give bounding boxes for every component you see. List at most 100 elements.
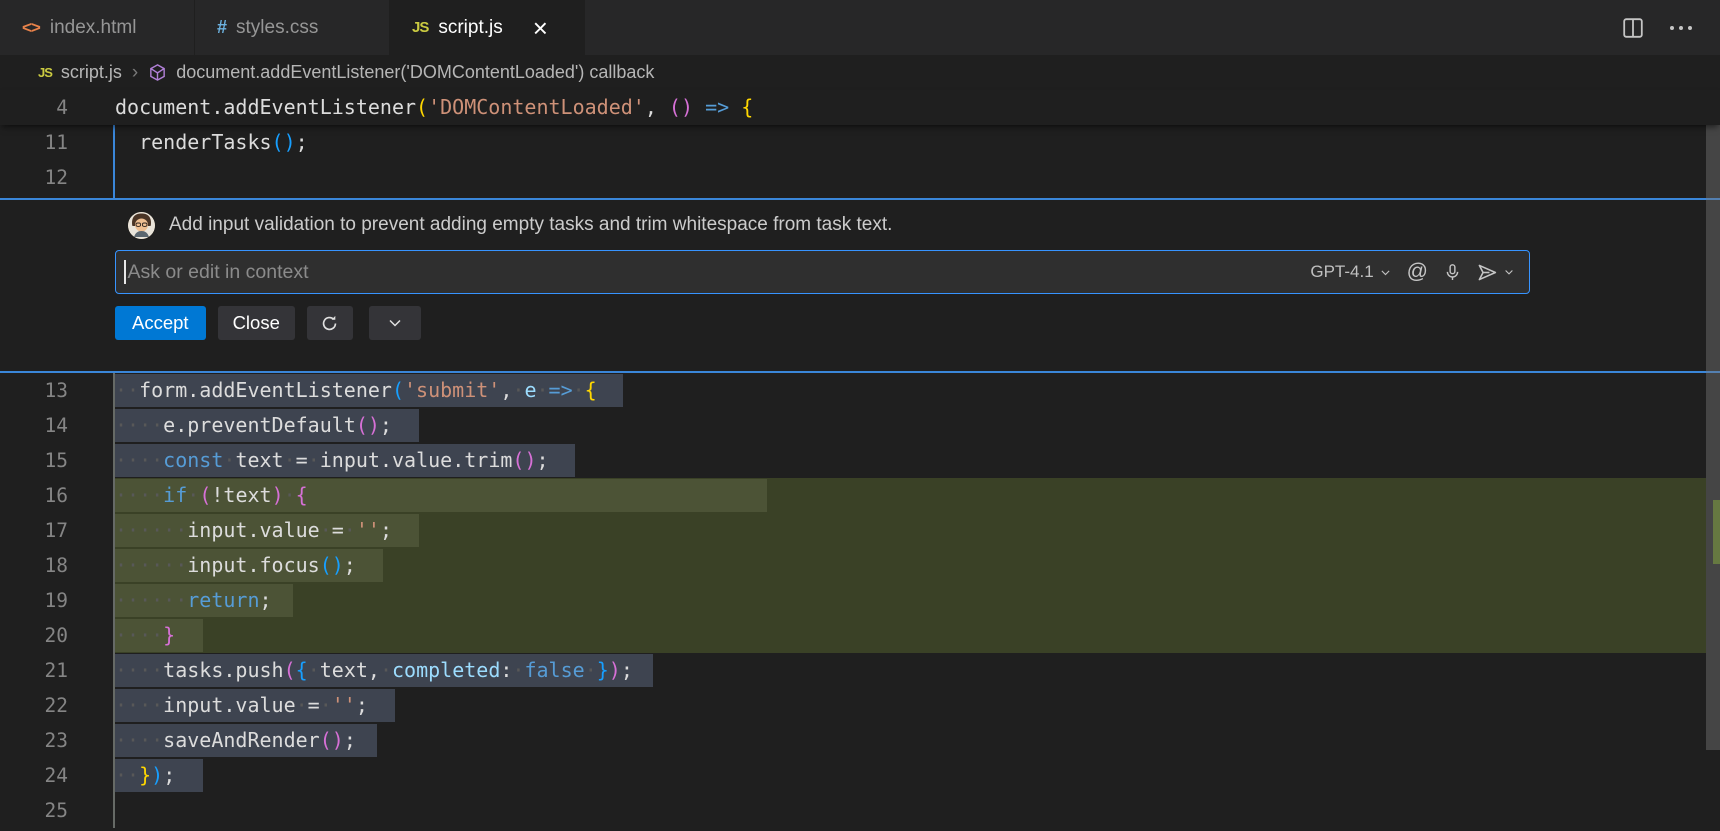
code-line-16[interactable]: 16····if·(!text)·{ [0,478,1720,513]
code-line-content[interactable]: ····tasks.push({·text,·completed:·false·… [113,653,1720,688]
more-actions-icon[interactable] [1670,26,1692,30]
code-line-15[interactable]: 15····const·text·=·input.value.trim(); [0,443,1720,478]
line-number: 21 [0,653,68,688]
code-line-14[interactable]: 14····e.preventDefault(); [0,408,1720,443]
tab-label: styles.css [236,17,318,39]
code-line-content[interactable]: ····saveAndRender(); [113,723,1720,758]
code-token: ; [537,448,549,472]
code-token: · [512,658,524,682]
code-token: , [500,378,512,402]
code-token: ) [151,763,163,787]
code-line-content[interactable]: ····if·(!text)·{ [113,478,1720,513]
code-line-content[interactable]: ··form.addEventListener('submit',·e·=>·{ [113,373,1720,408]
code-line-11[interactable]: 11 renderTasks(); [0,125,1720,160]
line-number: 24 [0,758,68,793]
css-file-icon: # [217,17,226,38]
breadcrumb-file[interactable]: script.js [61,62,122,83]
code-line-content[interactable]: ····e.preventDefault(); [113,408,1720,443]
code-token: } [139,763,151,787]
vertical-scrollbar[interactable] [1706,110,1720,750]
more-options-button[interactable] [369,306,421,340]
breadcrumb-symbol[interactable]: document.addEventListener('DOMContentLoa… [176,62,654,83]
code-token: = [332,518,344,542]
code-token: input.value [187,518,319,542]
code-token: input.value.trim [320,448,513,472]
tab-index.html[interactable]: <>index.html [0,0,195,55]
model-picker[interactable]: GPT-4.1 [1310,262,1391,282]
code-line-19[interactable]: 19······return; [0,583,1720,618]
editor-actions [1622,0,1692,55]
sticky-scroll-line[interactable]: 4document.addEventListener('DOMContentLo… [0,90,1720,125]
code-token: saveAndRender [163,728,320,752]
code-line-24[interactable]: 24 ··}); [0,758,1720,793]
code-token: ; [296,130,308,154]
code-line-content[interactable]: ······return; [113,583,1720,618]
code-token: input.value [163,693,295,717]
code-line-17[interactable]: 17······input.value·=·''; [0,513,1720,548]
code-line-22[interactable]: 22····input.value·=·''; [0,688,1720,723]
code-token: ; [380,518,392,542]
code-token: ·· [115,763,139,787]
tab-script.js[interactable]: JS script.js × [390,0,585,55]
code-line-content[interactable]: ··}); [113,758,1720,793]
code-token: ; [356,693,368,717]
code-line-content[interactable]: ····const·text·=·input.value.trim(); [113,443,1720,478]
js-file-icon: JS [38,65,52,80]
send-icon[interactable] [1477,262,1498,283]
code-token: · [284,448,296,472]
code-token: = [308,693,320,717]
code-line-content[interactable]: renderTasks(); [113,125,1720,160]
breadcrumb: JS script.js › document.addEventListener… [0,55,1720,90]
code-line-content[interactable]: ····} [113,618,1720,653]
rerun-request-button[interactable] [307,306,353,340]
code-line-content[interactable]: ······input.value·=·''; [113,513,1720,548]
model-label: GPT-4.1 [1310,262,1373,282]
code-token [693,95,705,119]
code-token: text, [320,658,380,682]
code-line-18[interactable]: 18······input.focus(); [0,548,1720,583]
code-line-25[interactable]: 25 [0,793,1720,828]
code-token: 'DOMContentLoaded' [428,95,645,119]
code-token: · [320,518,332,542]
split-editor-icon[interactable] [1622,17,1644,39]
tab-bar: <>index.html # styles.css JS script.js × [0,0,1720,55]
code-token: ······ [115,588,187,612]
editor-lower: 13 ··form.addEventListener('submit',·e·=>… [0,373,1720,828]
close-tab-icon[interactable]: × [531,15,550,41]
accept-button[interactable]: Accept [115,306,206,340]
code-line-content[interactable] [113,793,1720,828]
microphone-icon[interactable] [1443,263,1462,282]
code-line-12[interactable]: 12 [0,160,1720,195]
code-token: ; [380,413,392,437]
code-line-content[interactable] [113,160,1720,195]
line-number: 13 [0,373,68,408]
tab-label: script.js [438,17,502,39]
code-token: ( [284,658,296,682]
code-line-4[interactable]: 4document.addEventListener('DOMContentLo… [0,90,1720,125]
tab-styles.css[interactable]: # styles.css [195,0,390,55]
code-line-content[interactable]: ······input.focus(); [113,548,1720,583]
send-options-chevron-icon[interactable] [1503,266,1515,278]
code-line-20[interactable]: 20····} [0,618,1720,653]
code-token: ; [260,588,272,612]
code-line-content[interactable]: document.addEventListener('DOMContentLoa… [113,90,1720,125]
code-token: () [669,95,693,119]
line-number: 16 [0,478,68,513]
code-line-23[interactable]: 23····saveAndRender(); [0,723,1720,758]
code-token: ···· [115,728,163,752]
code-line-21[interactable]: 21····tasks.push({·text,·completed:·fals… [0,653,1720,688]
js-file-icon: JS [412,19,428,36]
code-token: ) [272,483,284,507]
code-line-13[interactable]: 13 ··form.addEventListener('submit',·e·=>… [0,373,1720,408]
code-line-content[interactable]: ····input.value·=·''; [113,688,1720,723]
code-token: () [320,728,344,752]
close-button[interactable]: Close [218,306,295,340]
code-token: renderTasks [115,130,272,154]
code-token: · [585,658,597,682]
chevron-down-icon [387,315,403,331]
chat-input[interactable]: Ask or edit in context GPT-4.1 @ [115,250,1530,294]
code-token: · [187,483,199,507]
code-token: if [163,483,187,507]
attach-context-icon[interactable]: @ [1407,260,1428,284]
code-token: ···· [115,448,163,472]
